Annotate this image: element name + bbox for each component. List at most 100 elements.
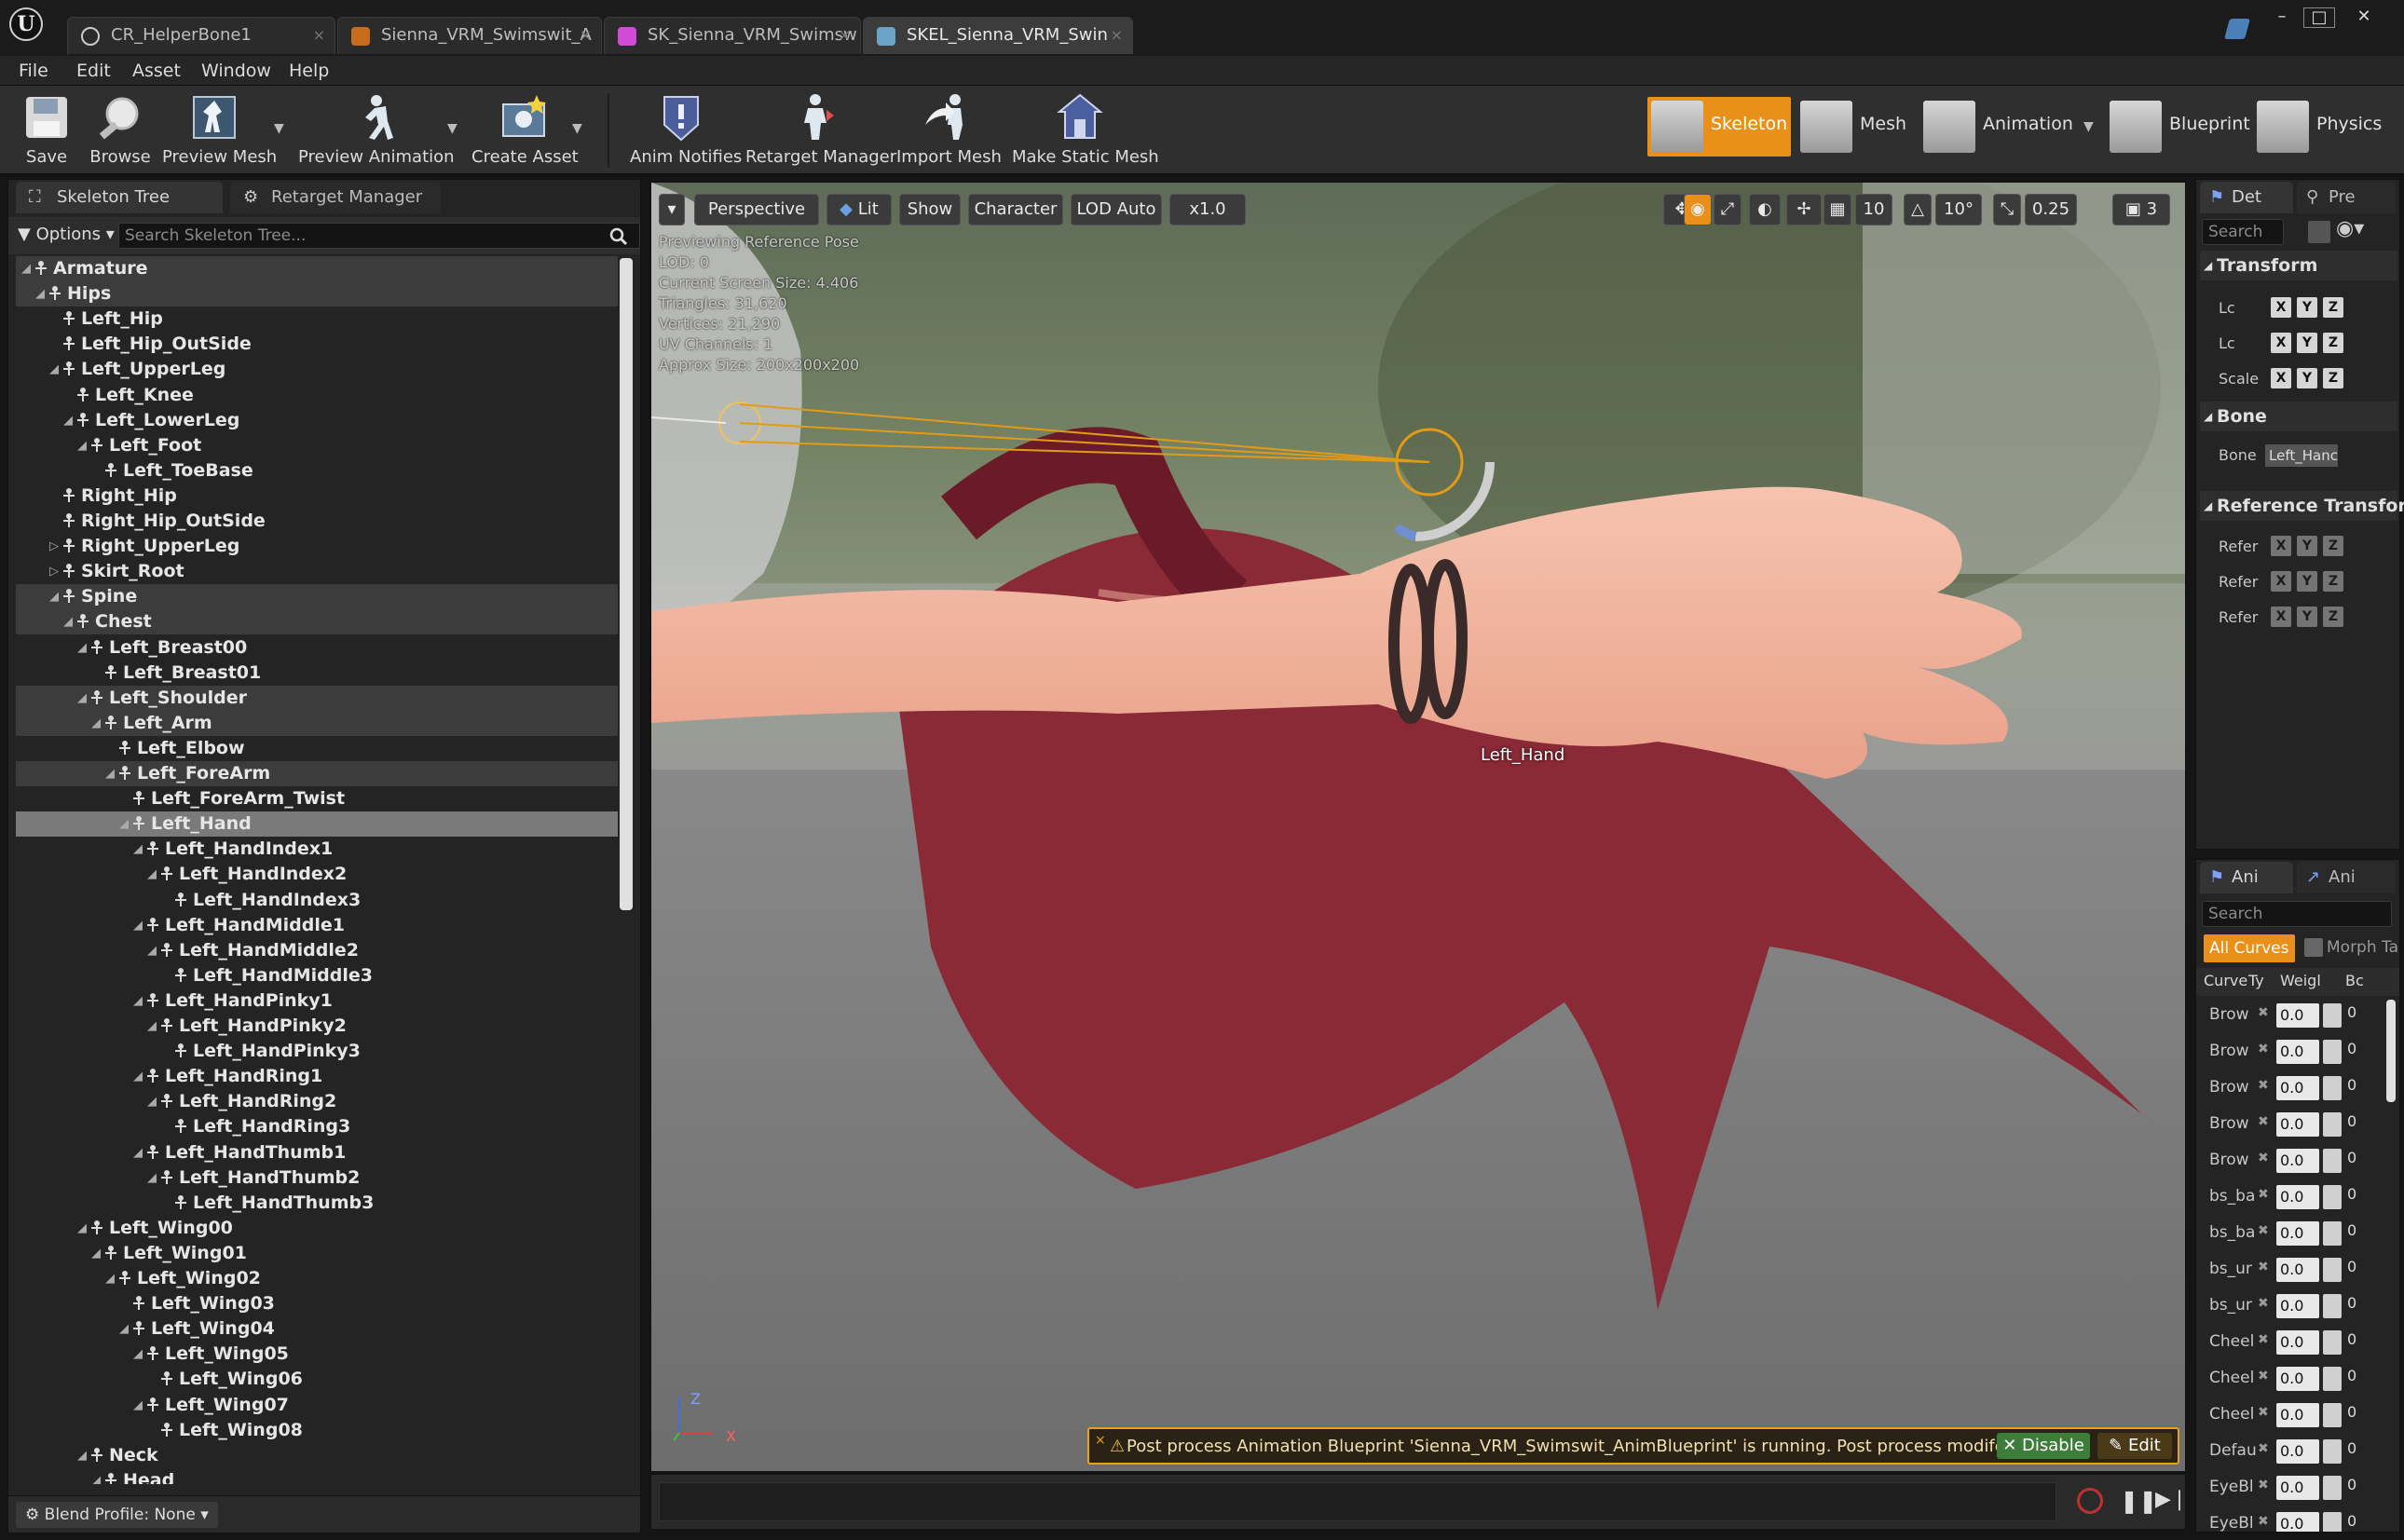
tree-row[interactable]: Left_ForeArm_Twist (16, 786, 618, 811)
curve-weight-field[interactable]: 0.0 (2276, 1040, 2319, 1064)
scale-snap-value[interactable]: 0.25 (2025, 194, 2077, 225)
tree-row[interactable]: ◢ Left_HandMiddle2 (16, 938, 618, 963)
tree-row[interactable]: ◢ Left_HandIndex2 (16, 862, 618, 887)
close-icon[interactable]: × (580, 18, 592, 53)
tree-row[interactable]: ◢ Left_HandRing1 (16, 1064, 618, 1089)
curve-weight-field[interactable]: 0.0 (2276, 1149, 2319, 1173)
curve-row[interactable]: Cheel ✖ 0.0 0 (2196, 1397, 2399, 1433)
curve-weight-field[interactable]: 0.0 (2276, 1003, 2319, 1028)
curve-edit-icon[interactable] (2323, 1476, 2342, 1500)
curves-scrollbar[interactable] (2386, 1000, 2396, 1102)
scale-tool-button[interactable]: ⤢ (1714, 194, 1742, 225)
character-button[interactable]: Character (968, 194, 1063, 225)
curve-weight-field[interactable]: 0.0 (2276, 1367, 2319, 1391)
anim-notifies-button[interactable]: Anim Notifies (630, 88, 742, 171)
menu-window[interactable]: Window (201, 56, 271, 86)
details-search-input[interactable]: Search (2202, 219, 2284, 245)
grid-snap-icon[interactable]: ▦ (1823, 194, 1851, 225)
tree-row[interactable]: ◢ Left_LowerLeg (16, 408, 618, 433)
show-button[interactable]: Show (899, 194, 961, 225)
curve-weight-field[interactable]: 0.0 (2276, 1294, 2319, 1318)
tree-row[interactable]: ◢ Left_Arm (16, 710, 618, 736)
tree-row[interactable]: ◢ Left_Wing01 (16, 1241, 618, 1266)
tree-row[interactable]: ◢ Hips (16, 281, 618, 307)
y-field[interactable]: Y (2297, 297, 2317, 318)
curve-weight-field[interactable]: 0.0 (2276, 1476, 2319, 1500)
tree-row[interactable]: Left_HandRing3 (16, 1114, 618, 1139)
tree-row[interactable]: ◢ Left_ForeArm (16, 761, 618, 786)
curve-row[interactable]: Brow ✖ 0.0 0 (2196, 1107, 2399, 1142)
curve-edit-icon[interactable] (2323, 1040, 2342, 1064)
curve-row[interactable]: Cheel ✖ 0.0 0 (2196, 1361, 2399, 1397)
tab-details[interactable]: ⚑ Det (2200, 182, 2293, 213)
camera-speed-button[interactable]: ▣ 3 (2112, 194, 2170, 225)
close-icon[interactable]: × (313, 18, 325, 53)
tree-row[interactable]: ◢ Left_Wing07 (16, 1393, 618, 1418)
curve-weight-field[interactable]: 0.0 (2276, 1112, 2319, 1137)
mode-skeleton-button[interactable]: Skeleton (1647, 97, 1791, 157)
col-bone[interactable]: Bc (2345, 972, 2364, 989)
curve-row[interactable]: Brow ✖ 0.0 0 (2196, 1143, 2399, 1179)
mode-physics-button[interactable]: Physics (2253, 97, 2384, 157)
viewport[interactable]: ▾ Perspective ◆ Lit Show Character LOD A… (650, 182, 2186, 1472)
curve-row[interactable]: EyeBl ✖ 0.0 0 (2196, 1506, 2399, 1532)
tree-row[interactable]: ◢ Left_UpperLeg (16, 357, 618, 382)
step-forward-button[interactable]: ▶❘ (2155, 1488, 2188, 1511)
tab-skeleton-tree[interactable]: ⛶ Skeleton Tree (16, 182, 223, 213)
mode-animation-button[interactable]: Animation ▼ (1919, 97, 2102, 157)
curve-edit-icon[interactable] (2323, 1076, 2342, 1100)
tree-scrollbar[interactable] (620, 258, 633, 910)
browse-button[interactable]: Browse (88, 88, 153, 171)
dropdown-caret-icon[interactable]: ▼ (572, 121, 582, 136)
angle-snap-value[interactable]: 10° (1935, 194, 1982, 225)
preview-mesh-button[interactable]: Preview Mesh ▼ (162, 88, 284, 171)
curve-edit-icon[interactable] (2323, 1330, 2342, 1355)
viewport-options-button[interactable]: ▾ (659, 194, 685, 225)
blend-profile-dropdown[interactable]: ⚙ Blend Profile: None ▾ (16, 1502, 218, 1528)
record-button[interactable] (2077, 1488, 2103, 1514)
curve-edit-icon[interactable] (2323, 1367, 2342, 1391)
tree-row[interactable]: Left_ToeBase (16, 458, 618, 484)
save-button[interactable]: Save (17, 88, 76, 171)
tree-row[interactable]: Left_Breast01 (16, 661, 618, 686)
curve-edit-icon[interactable] (2323, 1294, 2342, 1318)
make-static-mesh-button[interactable]: Make Static Mesh (1012, 88, 1159, 171)
close-icon[interactable]: × (839, 18, 851, 53)
tree-row[interactable]: ◢ Chest (16, 609, 618, 635)
tree-row[interactable]: ◢ Left_Shoulder (16, 685, 618, 711)
scale-snap-icon[interactable]: ⤡ (1993, 194, 2021, 225)
tree-row[interactable]: Left_HandPinky3 (16, 1039, 618, 1064)
curve-row[interactable]: Defau ✖ 0.0 0 (2196, 1434, 2399, 1469)
tree-row[interactable]: ▷ Skirt_Root (16, 559, 618, 584)
tree-row[interactable]: Right_Hip_OutSide (16, 509, 618, 534)
tree-row[interactable]: ◢ Left_HandThumb2 (16, 1165, 618, 1191)
transform-section-header[interactable]: ◢ Transform (2200, 251, 2397, 280)
unreal-logo-icon[interactable]: U (9, 7, 43, 41)
curve-weight-field[interactable]: 0.0 (2276, 1439, 2319, 1464)
z-field[interactable]: Z (2323, 333, 2343, 353)
tab-anim-curves[interactable]: ⚑ Ani (2200, 862, 2293, 893)
curve-row[interactable]: Brow ✖ 0.0 0 (2196, 1034, 2399, 1070)
view-options-icon[interactable] (2308, 221, 2330, 243)
col-weight[interactable]: Weigl (2280, 972, 2321, 989)
tree-row[interactable]: ◢ Left_HandThumb1 (16, 1140, 618, 1165)
tree-row[interactable]: Left_HandMiddle3 (16, 963, 618, 988)
tree-row[interactable]: Left_Hip_OutSide (16, 332, 618, 357)
angle-snap-icon[interactable]: △ (1904, 194, 1932, 225)
curve-edit-icon[interactable] (2323, 1439, 2342, 1464)
tree-row[interactable]: ◢ Left_HandRing2 (16, 1089, 618, 1114)
col-type[interactable]: Ty (2248, 972, 2264, 989)
create-asset-button[interactable]: Create Asset ▼ (471, 88, 582, 171)
curve-edit-icon[interactable] (2323, 1149, 2342, 1173)
col-curve[interactable]: Curve (2204, 972, 2247, 989)
tab-anim-assets[interactable]: ↗ Ani (2297, 862, 2396, 893)
lit-button[interactable]: ◆ Lit (826, 194, 892, 225)
tree-row[interactable]: ◢ Neck (16, 1443, 618, 1468)
curve-weight-field[interactable]: 0.0 (2276, 1221, 2319, 1246)
tree-row[interactable]: Left_Wing03 (16, 1291, 618, 1316)
skeleton-search-input[interactable]: Search Skeleton Tree... (118, 223, 640, 249)
tree-row[interactable]: ◢ Left_HandMiddle1 (16, 913, 618, 938)
curve-edit-icon[interactable] (2323, 1185, 2342, 1209)
world-local-toggle[interactable]: ◐ (1749, 194, 1781, 225)
morph-checkbox[interactable] (2304, 938, 2323, 957)
